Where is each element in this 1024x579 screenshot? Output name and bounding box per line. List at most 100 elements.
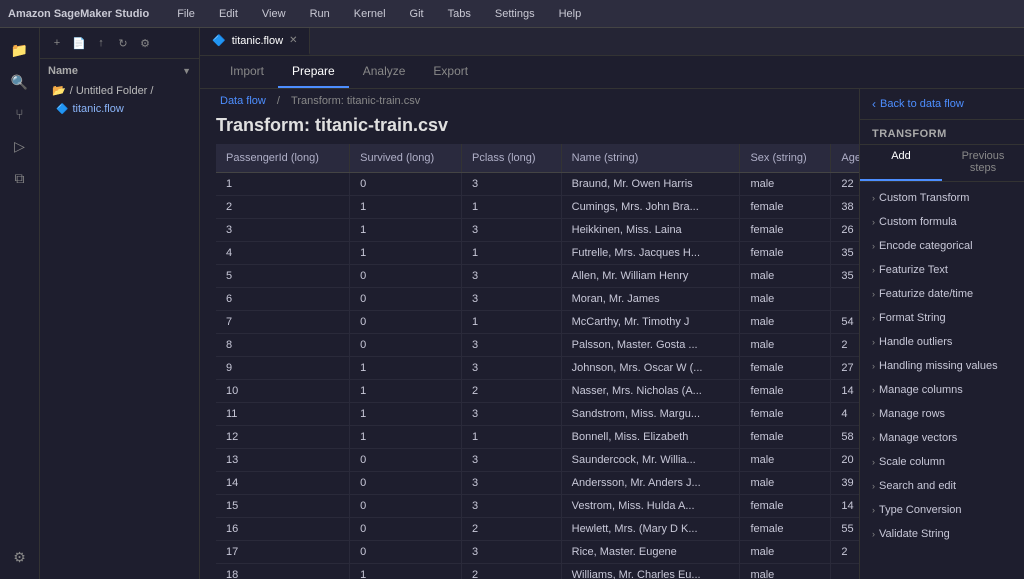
- cell-row3-col4: Heikkinen, Miss. Laina: [561, 219, 740, 242]
- cell-row14-col4: Andersson, Mr. Anders J...: [561, 472, 740, 495]
- menu-settings[interactable]: Settings: [491, 6, 539, 22]
- cell-row13-col5: male: [740, 449, 831, 472]
- new-folder-icon[interactable]: +: [48, 34, 66, 52]
- sidebar-icon-folder[interactable]: 📁: [6, 36, 34, 64]
- menu-file[interactable]: File: [173, 6, 199, 22]
- cell-row5-col4: Allen, Mr. William Henry: [561, 265, 740, 288]
- transform-item-manage-columns[interactable]: ›Manage columns: [860, 378, 1024, 402]
- menu-run[interactable]: Run: [306, 6, 334, 22]
- transform-item-manage-rows[interactable]: ›Manage rows: [860, 402, 1024, 426]
- sidebar-settings-icon[interactable]: ⚙: [136, 34, 154, 52]
- tab-close-button[interactable]: ✕: [289, 35, 297, 46]
- menu-kernel[interactable]: Kernel: [350, 6, 390, 22]
- chevron-right-icon: ›: [872, 337, 875, 347]
- cell-row6-col3: 3: [462, 288, 562, 311]
- tab-prepare[interactable]: Prepare: [278, 56, 349, 88]
- menu-tabs[interactable]: Tabs: [444, 6, 475, 22]
- table-row: 211Cumings, Mrs. John Bra...female38: [216, 196, 859, 219]
- cell-row1-col1: 1: [216, 173, 350, 196]
- cell-row1-col5: male: [740, 173, 831, 196]
- cell-row15-col4: Vestrom, Miss. Hulda A...: [561, 495, 740, 518]
- transform-item-label: Custom formula: [879, 216, 957, 228]
- sidebar-icon-settings[interactable]: ⚙: [6, 543, 34, 571]
- cell-row16-col5: female: [740, 518, 831, 541]
- transform-item-featurize-date/time[interactable]: ›Featurize date/time: [860, 282, 1024, 306]
- menu-git[interactable]: Git: [406, 6, 428, 22]
- transform-item-handle-outliers[interactable]: ›Handle outliers: [860, 330, 1024, 354]
- chevron-right-icon: ›: [872, 193, 875, 203]
- cell-row8-col1: 8: [216, 334, 350, 357]
- col-header-age: Age (long): [831, 144, 859, 173]
- transform-item-encode-categorical[interactable]: ›Encode categorical: [860, 234, 1024, 258]
- cell-row16-col2: 0: [350, 518, 462, 541]
- cell-row15-col1: 15: [216, 495, 350, 518]
- sidebar-icon-run[interactable]: ▷: [6, 132, 34, 160]
- tab-analyze[interactable]: Analyze: [349, 56, 420, 88]
- table-row: 1602Hewlett, Mrs. (Mary D K...female55: [216, 518, 859, 541]
- chevron-right-icon: ›: [872, 433, 875, 443]
- cell-row18-col3: 2: [462, 564, 562, 579]
- transform-item-custom-transform[interactable]: ›Custom Transform: [860, 186, 1024, 210]
- cell-row3-col2: 1: [350, 219, 462, 242]
- table-row: 701McCarthy, Mr. Timothy Jmale54: [216, 311, 859, 334]
- cell-row7-col6: 54: [831, 311, 859, 334]
- chevron-right-icon: ›: [872, 457, 875, 467]
- cell-row8-col4: Palsson, Master. Gosta ...: [561, 334, 740, 357]
- tab-flow-icon: 🔷: [212, 34, 226, 47]
- transform-item-handling-missing-values[interactable]: ›Handling missing values: [860, 354, 1024, 378]
- back-to-flow[interactable]: ‹ Back to data flow: [860, 89, 1024, 120]
- cell-row18-col1: 18: [216, 564, 350, 579]
- transform-item-label: Featurize Text: [879, 264, 948, 276]
- tab-bar: 🔷 titanic.flow ✕: [200, 28, 1024, 56]
- cell-row9-col1: 9: [216, 357, 350, 380]
- sidebar-icon-search[interactable]: 🔍: [6, 68, 34, 96]
- titanic-flow-tab[interactable]: 🔷 titanic.flow ✕: [200, 28, 310, 55]
- cell-row5-col6: 35: [831, 265, 859, 288]
- col-header-survived: Survived (long): [350, 144, 462, 173]
- cell-row12-col3: 1: [462, 426, 562, 449]
- cell-row10-col6: 14: [831, 380, 859, 403]
- menu-edit[interactable]: Edit: [215, 6, 242, 22]
- section-arrow[interactable]: ▼: [182, 66, 191, 76]
- transform-item-label: Validate String: [879, 528, 950, 540]
- tab-import[interactable]: Import: [216, 56, 278, 88]
- breadcrumb-root[interactable]: Data flow: [220, 95, 266, 107]
- sidebar-icon-git[interactable]: ⑂: [6, 100, 34, 128]
- cell-row18-col5: male: [740, 564, 831, 579]
- transform-item-type-conversion[interactable]: ›Type Conversion: [860, 498, 1024, 522]
- refresh-icon[interactable]: ↻: [114, 34, 132, 52]
- cell-row14-col2: 0: [350, 472, 462, 495]
- transform-item-custom-formula[interactable]: ›Custom formula: [860, 210, 1024, 234]
- new-file-icon[interactable]: 📄: [70, 34, 88, 52]
- upload-icon[interactable]: ↑: [92, 34, 110, 52]
- menu-help[interactable]: Help: [555, 6, 586, 22]
- transform-item-label: Handling missing values: [879, 360, 998, 372]
- sidebar-icon-extensions[interactable]: ⧉: [6, 164, 34, 192]
- back-link[interactable]: ‹ Back to data flow: [872, 97, 1012, 111]
- table-row: 503Allen, Mr. William Henrymale35: [216, 265, 859, 288]
- file-sidebar: + 📄 ↑ ↻ ⚙ Name ▼ 📂 / Untitled Folder / 🔷…: [40, 28, 200, 579]
- cell-row15-col6: 14: [831, 495, 859, 518]
- transform-item-scale-column[interactable]: ›Scale column: [860, 450, 1024, 474]
- untitled-folder[interactable]: 📂 / Untitled Folder /: [40, 81, 199, 100]
- transform-tab-add[interactable]: Add: [860, 145, 942, 181]
- titanic-flow-file[interactable]: 🔷 titanic.flow: [40, 100, 199, 118]
- table-row: 913Johnson, Mrs. Oscar W (...female27: [216, 357, 859, 380]
- transform-tab-previous[interactable]: Previous steps: [942, 145, 1024, 181]
- tab-export[interactable]: Export: [419, 56, 482, 88]
- transform-item-featurize-text[interactable]: ›Featurize Text: [860, 258, 1024, 282]
- table-row: 313Heikkinen, Miss. Lainafemale26: [216, 219, 859, 242]
- cell-row7-col2: 0: [350, 311, 462, 334]
- cell-row8-col6: 2: [831, 334, 859, 357]
- transform-item-search-and-edit[interactable]: ›Search and edit: [860, 474, 1024, 498]
- breadcrumb-separator: /: [277, 95, 283, 107]
- chevron-right-icon: ›: [872, 529, 875, 539]
- menu-view[interactable]: View: [258, 6, 290, 22]
- table-row: 1113Sandstrom, Miss. Margu...female4: [216, 403, 859, 426]
- transform-item-format-string[interactable]: ›Format String: [860, 306, 1024, 330]
- transform-item-validate-string[interactable]: › Validate String: [860, 522, 1024, 546]
- cell-row1-col3: 3: [462, 173, 562, 196]
- cell-row3-col1: 3: [216, 219, 350, 242]
- transform-item-manage-vectors[interactable]: ›Manage vectors: [860, 426, 1024, 450]
- cell-row17-col2: 0: [350, 541, 462, 564]
